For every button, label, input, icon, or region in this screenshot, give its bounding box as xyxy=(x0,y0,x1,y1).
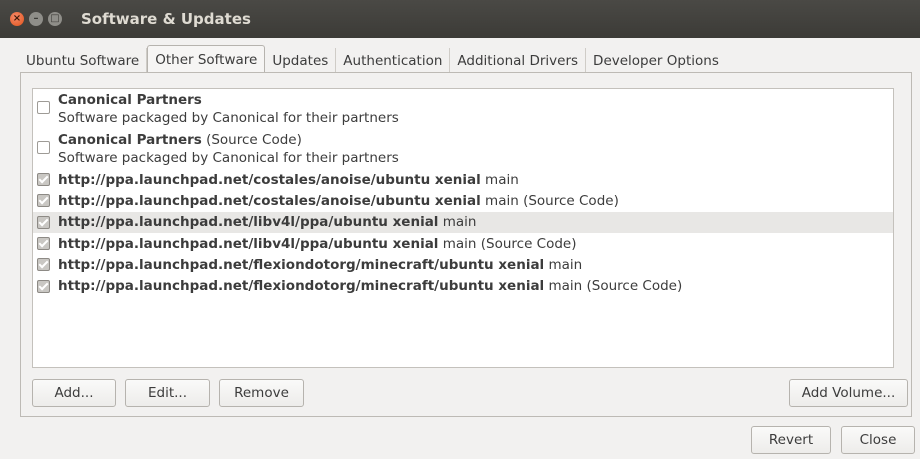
remove-button[interactable]: Remove xyxy=(219,379,304,407)
source-url: http://ppa.launchpad.net/flexiondotorg/m… xyxy=(58,278,545,295)
minimize-window-icon[interactable]: – xyxy=(29,12,43,26)
list-item[interactable]: http://ppa.launchpad.net/costales/anoise… xyxy=(33,190,893,211)
tab-ubuntu-software[interactable]: Ubuntu Software xyxy=(20,48,148,73)
tab-developer-options[interactable]: Developer Options xyxy=(586,48,726,73)
add-button[interactable]: Add... xyxy=(32,379,116,407)
tab-updates[interactable]: Updates xyxy=(265,48,337,73)
title-bar: × – □ Software & Updates xyxy=(0,0,920,38)
close-button[interactable]: Close xyxy=(841,426,915,454)
source-subtitle: Software packaged by Canonical for their… xyxy=(58,150,399,166)
sources-list[interactable]: Canonical Partners Software packaged by … xyxy=(32,88,894,368)
source-title: Canonical Partners xyxy=(58,92,202,108)
source-checkbox[interactable] xyxy=(37,279,50,293)
tab-other-software[interactable]: Other Software xyxy=(147,45,266,73)
list-item[interactable]: http://ppa.launchpad.net/flexiondotorg/m… xyxy=(33,254,893,275)
source-url: http://ppa.launchpad.net/costales/anoise… xyxy=(58,192,481,209)
source-checkbox[interactable] xyxy=(37,258,50,272)
tab-additional-drivers[interactable]: Additional Drivers xyxy=(450,48,587,73)
add-volume-button[interactable]: Add Volume... xyxy=(789,379,908,407)
window-title: Software & Updates xyxy=(81,10,251,28)
list-item[interactable]: http://ppa.launchpad.net/costales/anoise… xyxy=(33,169,893,190)
source-checkbox[interactable] xyxy=(37,101,50,114)
source-checkbox[interactable] xyxy=(37,173,50,187)
source-checkbox[interactable] xyxy=(37,215,50,229)
source-components: main xyxy=(544,256,583,273)
maximize-window-icon[interactable]: □ xyxy=(48,12,62,26)
source-components: main xyxy=(438,214,477,231)
list-item-selected[interactable]: http://ppa.launchpad.net/libv4l/ppa/ubun… xyxy=(33,211,893,233)
source-components: main xyxy=(480,171,519,188)
source-url: http://ppa.launchpad.net/libv4l/ppa/ubun… xyxy=(58,214,439,231)
revert-button[interactable]: Revert xyxy=(751,426,831,454)
source-title: Canonical Partners xyxy=(58,132,202,148)
tab-authentication[interactable]: Authentication xyxy=(336,48,451,73)
source-checkbox[interactable] xyxy=(37,237,50,251)
source-url: http://ppa.launchpad.net/flexiondotorg/m… xyxy=(58,256,545,273)
source-subtitle: Software packaged by Canonical for their… xyxy=(58,110,399,126)
source-url: http://ppa.launchpad.net/libv4l/ppa/ubun… xyxy=(58,235,439,252)
source-components: main (Source Code) xyxy=(480,192,619,209)
source-components: main (Source Code) xyxy=(544,278,683,295)
tab-bar: Ubuntu Software Other Software Updates A… xyxy=(20,45,726,73)
source-components: main (Source Code) xyxy=(438,235,577,252)
list-item[interactable]: Canonical Partners Software packaged by … xyxy=(33,89,893,129)
close-window-icon[interactable]: × xyxy=(10,12,24,26)
source-checkbox[interactable] xyxy=(37,194,50,208)
list-item[interactable]: Canonical Partners (Source Code) Softwar… xyxy=(33,129,893,169)
list-item[interactable]: http://ppa.launchpad.net/flexiondotorg/m… xyxy=(33,275,893,296)
list-item[interactable]: http://ppa.launchpad.net/libv4l/ppa/ubun… xyxy=(33,233,893,254)
source-checkbox[interactable] xyxy=(37,141,50,154)
edit-button[interactable]: Edit... xyxy=(125,379,210,407)
source-title-suffix: (Source Code) xyxy=(201,132,302,148)
source-url: http://ppa.launchpad.net/costales/anoise… xyxy=(58,171,481,188)
